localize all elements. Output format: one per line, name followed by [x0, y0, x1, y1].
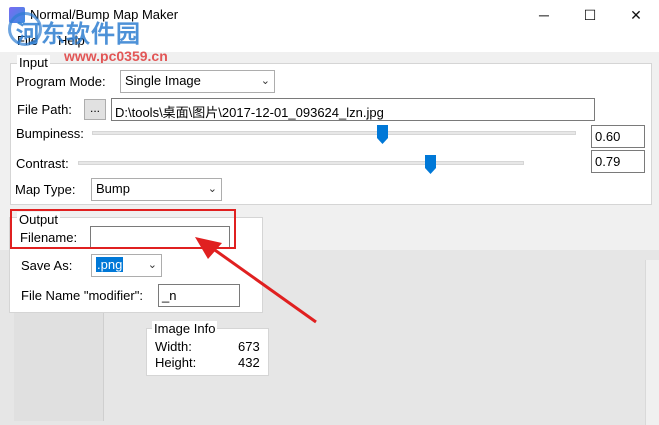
- preview-panel: [14, 298, 104, 421]
- bumpiness-slider-track[interactable]: [92, 131, 576, 135]
- file-path-input[interactable]: D:\tools\桌面\图片\2017-12-01_093624_lzn.jpg: [111, 98, 595, 121]
- watermark-url: www.pc0359.cn: [64, 48, 168, 64]
- browse-button[interactable]: ...: [84, 99, 106, 120]
- program-mode-value: Single Image: [125, 73, 201, 88]
- program-mode-select[interactable]: Single Image ⌄: [120, 70, 275, 93]
- modifier-input[interactable]: _n: [158, 284, 240, 307]
- chevron-down-icon: ⌄: [260, 75, 270, 87]
- height-label: Height:: [155, 355, 197, 370]
- save-as-select[interactable]: .png ⌄: [91, 254, 162, 277]
- minimize-button[interactable]: ─: [521, 0, 567, 30]
- image-info-title: Image Info: [152, 321, 218, 336]
- bumpiness-label: Bumpiness:: [16, 126, 84, 141]
- save-as-label: Save As:: [21, 258, 73, 273]
- watermark-text: 河东软件园: [16, 21, 141, 48]
- save-as-value: .png: [96, 257, 124, 272]
- bumpiness-value-input[interactable]: 0.60: [591, 125, 645, 148]
- width-label: Width:: [155, 339, 192, 354]
- contrast-slider-thumb[interactable]: [425, 155, 437, 174]
- program-mode-label: Program Mode:: [16, 74, 106, 89]
- maximize-button[interactable]: ☐: [567, 0, 613, 30]
- input-group-title: Input: [17, 55, 50, 70]
- map-type-label: Map Type:: [15, 182, 76, 197]
- chevron-down-icon: ⌄: [147, 259, 157, 271]
- bumpiness-slider-thumb[interactable]: [377, 125, 389, 144]
- width-value: 673: [238, 339, 260, 354]
- modifier-label: File Name "modifier":: [21, 288, 143, 303]
- height-value: 432: [238, 355, 260, 370]
- file-path-label: File Path:: [17, 102, 72, 117]
- contrast-value-input[interactable]: 0.79: [591, 150, 645, 173]
- contrast-slider-track[interactable]: [78, 161, 524, 165]
- map-type-select[interactable]: Bump ⌄: [91, 178, 222, 201]
- highlight-box: [10, 209, 236, 249]
- vertical-scrollbar[interactable]: [645, 260, 659, 425]
- chevron-down-icon: ⌄: [207, 183, 217, 195]
- close-button[interactable]: ✕: [613, 0, 659, 30]
- contrast-label: Contrast:: [16, 156, 69, 171]
- map-type-value: Bump: [96, 181, 130, 196]
